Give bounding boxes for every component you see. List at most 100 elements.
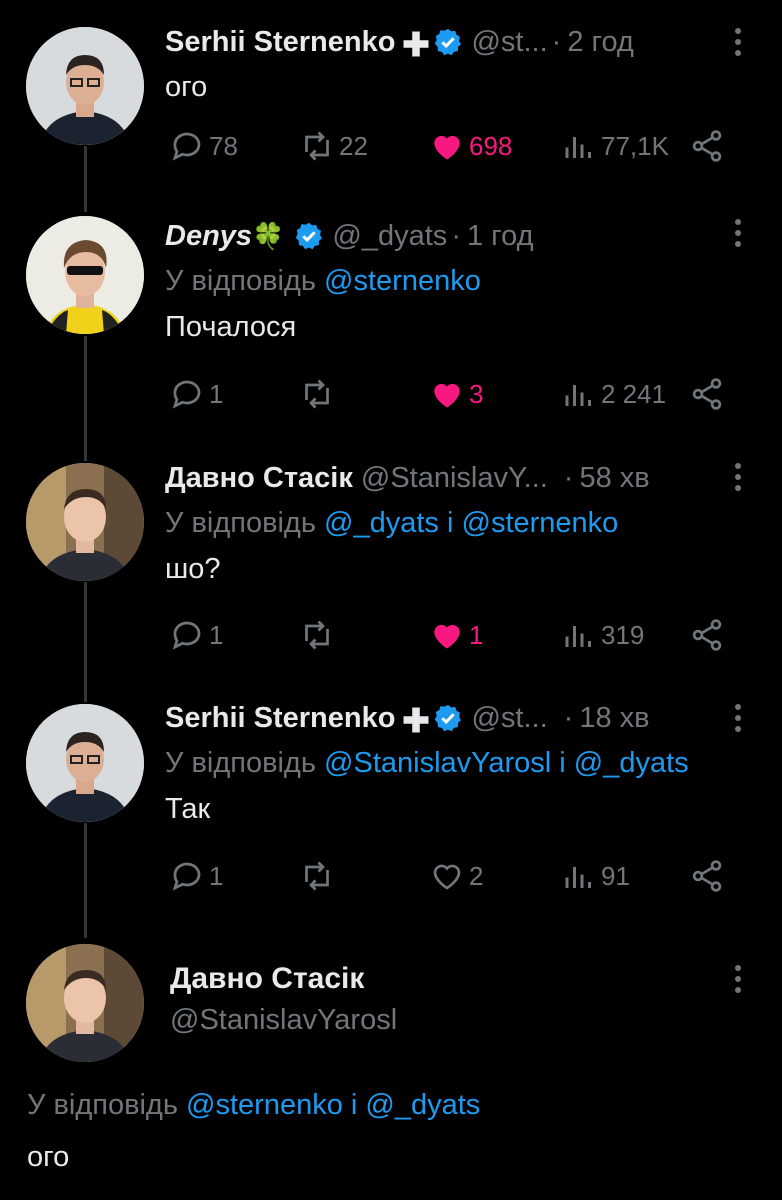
mention-link[interactable]: @sternenko	[324, 265, 481, 297]
reply-button[interactable]: 1	[169, 376, 223, 412]
share-button[interactable]	[689, 858, 729, 894]
author-handle[interactable]: @StanislavY...	[361, 462, 548, 495]
timestamp[interactable]: 58 хв	[579, 462, 649, 495]
author-handle[interactable]: @StanislavYarosl	[170, 1004, 397, 1037]
share-icon	[692, 860, 722, 892]
reply-context: У відповідь @_dyats і @sternenko	[165, 500, 782, 546]
retweet-icon	[305, 131, 329, 161]
reply-prefix: У відповідь	[165, 507, 316, 539]
views-button[interactable]: 91	[561, 858, 630, 894]
tweet-text: Так	[165, 793, 211, 825]
views-icon	[565, 385, 591, 406]
retweet-button[interactable]	[299, 858, 339, 894]
mention-link[interactable]: @_dyats	[574, 747, 689, 779]
clover-emoji: 🍀	[252, 220, 285, 251]
tweet-text: ого	[27, 1141, 70, 1173]
thread-line	[84, 336, 87, 461]
plus-icon	[401, 705, 429, 733]
retweet-count: 22	[339, 130, 368, 161]
avatar[interactable]	[26, 463, 144, 581]
like-button[interactable]: 698	[429, 128, 512, 164]
author-handle[interactable]: @st...	[471, 702, 547, 735]
more-options-icon[interactable]	[724, 218, 752, 248]
verified-badge-icon[interactable]	[294, 221, 324, 251]
author-name[interactable]: Serhii Sternenko	[165, 26, 395, 59]
reply-count: 1	[209, 619, 224, 650]
reply-count: 1	[209, 860, 224, 891]
conjunction: і	[350, 1089, 358, 1121]
heart-outline-icon	[433, 864, 461, 890]
author-handle[interactable]: @_dyats	[332, 220, 447, 253]
timestamp[interactable]: 1 год	[467, 220, 534, 253]
tweet-text: шо?	[165, 553, 221, 585]
avatar[interactable]	[26, 944, 144, 1062]
verified-badge-icon[interactable]	[433, 27, 463, 57]
retweet-button[interactable]	[299, 376, 339, 412]
share-button[interactable]	[689, 128, 729, 164]
reply-prefix: У відповідь	[27, 1089, 178, 1121]
author-name[interactable]: Давно Стасік	[170, 962, 397, 996]
retweet-button[interactable]: 22	[299, 128, 368, 164]
more-options-icon[interactable]	[724, 964, 752, 994]
verified-badge-icon[interactable]	[433, 703, 463, 733]
author-name[interactable]: Denys	[165, 220, 252, 253]
mention-link[interactable]: @sternenko	[186, 1089, 343, 1121]
heart-filled-icon	[434, 135, 460, 160]
reply-button[interactable]: 78	[169, 128, 238, 164]
views-button[interactable]: 77,1K	[561, 128, 669, 164]
author-name[interactable]: Давно Стасік	[165, 462, 353, 495]
views-button[interactable]: 2 241	[561, 376, 666, 412]
tweet-text: ого	[165, 71, 208, 103]
thread-line	[84, 582, 87, 702]
avatar[interactable]	[26, 27, 144, 145]
share-button[interactable]	[689, 376, 729, 412]
like-count: 2	[469, 860, 484, 891]
mention-link[interactable]: @StanislavYarosl	[324, 747, 551, 779]
retweet-icon	[305, 379, 329, 409]
reply-context: У відповідь @StanislavYarosl і @_dyats	[165, 740, 782, 786]
views-count: 2 241	[601, 378, 667, 409]
avatar[interactable]	[26, 704, 144, 822]
like-count: 698	[469, 130, 513, 161]
plus-icon	[401, 29, 429, 57]
share-icon	[692, 378, 722, 410]
more-options-icon[interactable]	[724, 27, 752, 57]
reply-icon	[172, 621, 201, 650]
retweet-button[interactable]	[299, 617, 339, 653]
thread-line	[84, 146, 87, 212]
like-button[interactable]: 3	[429, 376, 483, 412]
reply-button[interactable]: 1	[169, 858, 223, 894]
timestamp[interactable]: 2 год	[567, 26, 634, 59]
reply-context: У відповідь @sternenko	[165, 258, 782, 304]
mention-link[interactable]: @sternenko	[462, 507, 619, 539]
author-handle[interactable]: @st...	[471, 26, 547, 59]
share-button[interactable]	[689, 617, 729, 653]
timestamp[interactable]: 18 хв	[579, 702, 649, 735]
thread-line	[84, 823, 87, 938]
avatar[interactable]	[26, 216, 144, 334]
heart-filled-icon	[434, 383, 460, 408]
more-options-icon[interactable]	[724, 462, 752, 492]
retweet-icon	[305, 861, 329, 891]
author-name[interactable]: Serhii Sternenko	[165, 702, 395, 735]
mention-link[interactable]: @_dyats	[324, 507, 439, 539]
like-count: 1	[469, 619, 484, 650]
views-icon	[565, 867, 591, 888]
reply-icon	[172, 380, 201, 409]
mention-link[interactable]: @_dyats	[365, 1089, 480, 1121]
like-button[interactable]: 1	[429, 617, 483, 653]
retweet-icon	[305, 620, 329, 650]
like-button[interactable]: 2	[429, 858, 483, 894]
share-icon	[692, 619, 722, 651]
reply-count: 1	[209, 378, 224, 409]
separator-dot: ·	[451, 219, 461, 252]
like-count: 3	[469, 378, 484, 409]
heart-filled-icon	[434, 624, 460, 649]
reply-prefix: У відповідь	[165, 265, 316, 297]
views-button[interactable]: 319	[561, 617, 644, 653]
more-options-icon[interactable]	[724, 703, 752, 733]
separator-dot: ·	[563, 461, 574, 494]
reply-button[interactable]: 1	[169, 617, 223, 653]
tweet-text: Почалося	[165, 311, 297, 343]
conjunction: і	[559, 747, 566, 779]
